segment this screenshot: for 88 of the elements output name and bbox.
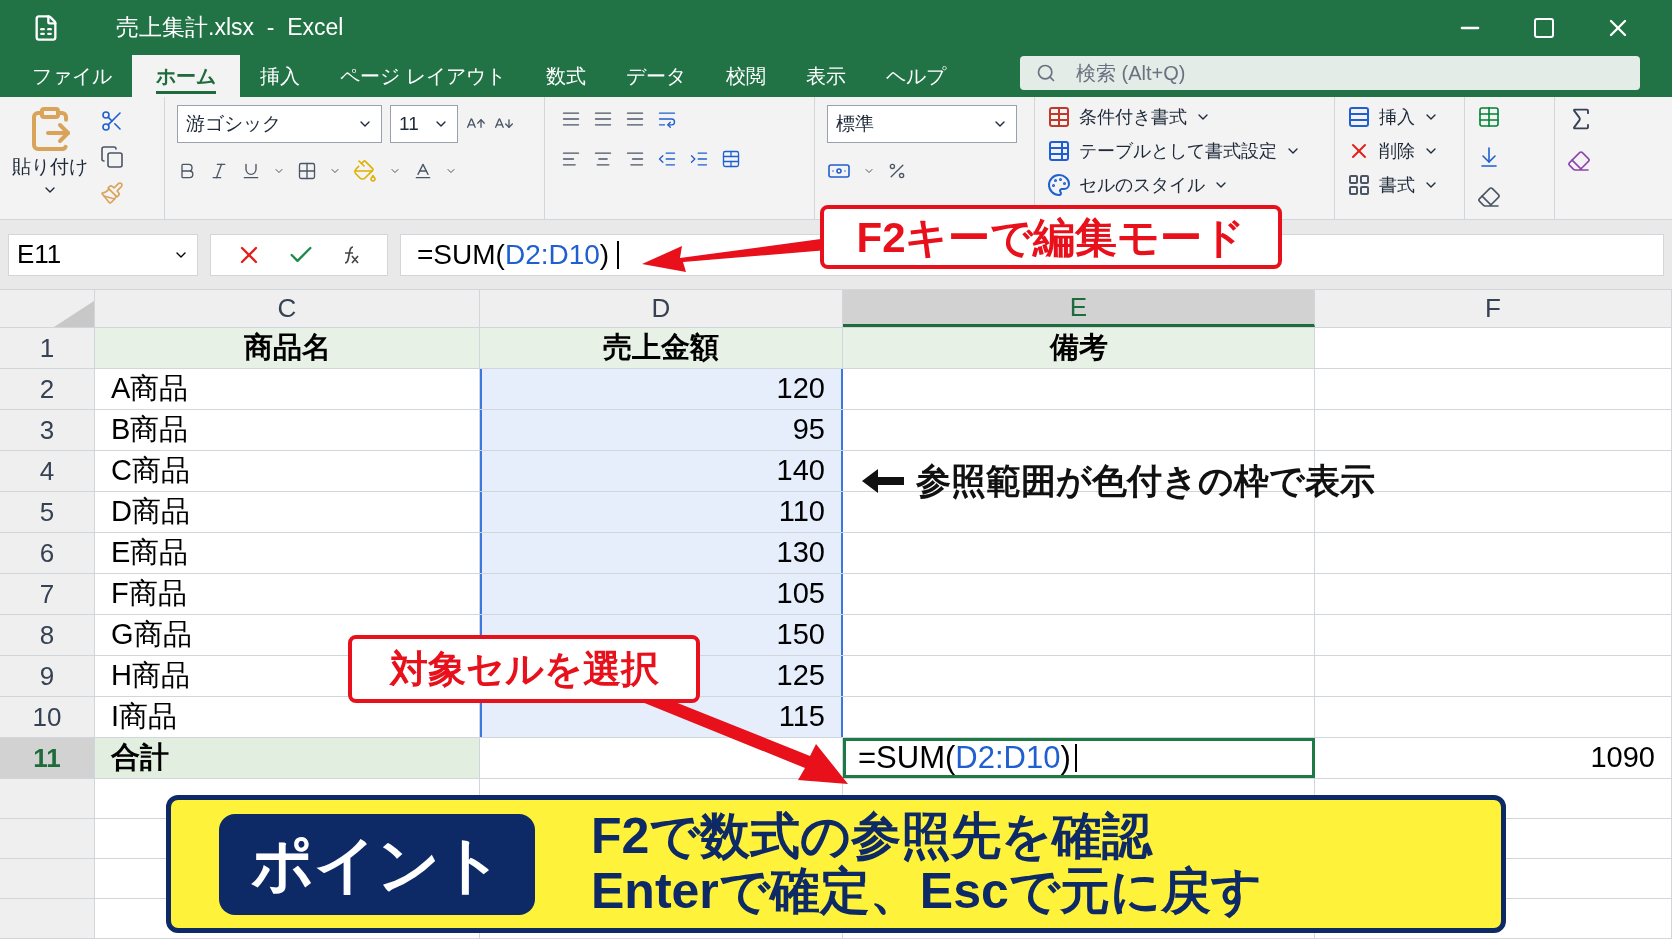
rows-icon	[1347, 105, 1371, 129]
cell-text: 130	[776, 535, 825, 571]
text-cursor	[617, 240, 620, 269]
row-header[interactable]: 7	[0, 574, 95, 614]
row-header[interactable]: 11	[0, 738, 95, 778]
fill-color-icon[interactable]	[353, 159, 377, 183]
cell-text: G商品	[111, 617, 192, 653]
font-name-dropdown[interactable]: 游ゴシック	[177, 105, 382, 143]
cell-text: 115	[778, 699, 825, 735]
merge-cells-icon[interactable]	[721, 149, 741, 169]
ribbon-tab[interactable]: 表示	[785, 55, 866, 97]
cell-text: 110	[778, 494, 825, 530]
cell-text: B商品	[111, 412, 189, 448]
ribbon-tab[interactable]: ヘルプ	[865, 55, 966, 97]
row-header[interactable]: 4	[0, 451, 95, 491]
ribbon-tab[interactable]: データ	[605, 55, 706, 97]
table-icon	[1047, 105, 1071, 129]
underline-icon[interactable]	[241, 161, 261, 181]
row-header[interactable]: 6	[0, 533, 95, 573]
cell-text: H商品	[111, 658, 190, 694]
callout-box: F2キーで編集モード	[820, 205, 1282, 269]
row-header[interactable]: 9	[0, 656, 95, 696]
cell-formula: =SUM(D2:D10)	[858, 738, 1071, 777]
cells-menu-button[interactable]: 書式	[1347, 169, 1452, 201]
ribbon-tab[interactable]: ファイル	[12, 55, 132, 97]
cell-text: I商品	[111, 699, 178, 735]
styles-menu-button[interactable]: 条件付き書式	[1047, 101, 1322, 133]
name-box[interactable]: E11	[8, 233, 198, 276]
borders-icon[interactable]	[297, 161, 317, 181]
row-header[interactable]: 2	[0, 369, 95, 409]
eraser-icon[interactable]	[1477, 185, 1501, 209]
font-color-icon[interactable]	[413, 161, 433, 181]
active-cell[interactable]: =SUM(D2:D10)	[843, 738, 1315, 778]
callout-box: 対象セルを選択	[348, 635, 700, 703]
cell-text: C商品	[111, 453, 190, 489]
row-header[interactable]: 10	[0, 697, 95, 737]
ribbon-tab[interactable]: 校閲	[705, 55, 786, 97]
column-header[interactable]: E	[843, 290, 1315, 327]
table-icon	[1047, 139, 1071, 163]
note-text: 参照範囲が色付きの枠で表示	[916, 460, 1375, 502]
point-badge: ポイント	[219, 813, 535, 915]
maximize-icon[interactable]	[1532, 15, 1556, 40]
left-arrow-icon	[862, 469, 904, 494]
row-header[interactable]: 5	[0, 492, 95, 532]
search-field[interactable]: 検索 (Alt+Q)	[1020, 56, 1640, 90]
cell-text: F商品	[111, 576, 187, 612]
styles-menu-button[interactable]: テーブルとして書式設定	[1047, 135, 1322, 167]
cell-text: D商品	[111, 494, 190, 530]
styles-menu-button[interactable]: セルのスタイル	[1047, 169, 1322, 201]
cell-text: 150	[776, 617, 825, 653]
cell-text: 140	[776, 453, 825, 489]
cell-text: 105	[776, 576, 825, 612]
row-header[interactable]: 1	[0, 328, 95, 368]
percent-icon[interactable]	[887, 161, 907, 181]
grid-icon[interactable]	[1477, 105, 1501, 129]
clear-icon[interactable]	[1567, 149, 1591, 173]
row-header[interactable]: 8	[0, 615, 95, 655]
cell-text: 売上金額	[603, 330, 719, 366]
search-icon	[1036, 63, 1056, 83]
cell-text: 商品名	[243, 330, 331, 366]
font-size-dropdown[interactable]: 11	[390, 105, 458, 143]
cell-text: 120	[776, 371, 825, 407]
ribbon-tab[interactable]: 数式	[525, 55, 606, 97]
cells-menu-button[interactable]: 挿入	[1347, 101, 1452, 133]
cell-text: 合計	[111, 740, 169, 776]
copy-icon[interactable]	[100, 145, 124, 169]
cell-text: E商品	[111, 535, 189, 571]
cut-icon[interactable]	[100, 109, 124, 133]
cell-text: 1090	[1590, 740, 1655, 776]
cell-text: 125	[776, 658, 825, 694]
palette-icon	[1047, 173, 1071, 197]
column-header[interactable]: C	[95, 290, 480, 327]
row-header[interactable]: 3	[0, 410, 95, 450]
cell-text: A商品	[111, 371, 189, 407]
cells-menu-button[interactable]: 削除	[1347, 135, 1452, 167]
cell-text: 95	[792, 412, 825, 448]
cell-text: 備考	[1049, 330, 1108, 366]
formula-text: =SUM(D2:D10)	[417, 237, 610, 272]
ribbon-tab[interactable]: ホーム	[132, 55, 240, 97]
number-format-dropdown[interactable]: 標準	[827, 105, 1017, 143]
ribbon-tab[interactable]: 挿入	[240, 55, 320, 97]
grid-icon	[1347, 173, 1371, 197]
point-text: F2で数式の参照先を確認	[591, 809, 1154, 864]
point-text: Enterで確定、Escで元に戻す	[591, 864, 1262, 919]
window-title: 売上集計.xlsx - Excel	[116, 13, 344, 43]
column-header[interactable]: F	[1315, 290, 1672, 327]
paste-button[interactable]: 貼り付け	[12, 105, 88, 211]
ribbon-tab[interactable]: ページ レイアウト	[320, 55, 526, 97]
